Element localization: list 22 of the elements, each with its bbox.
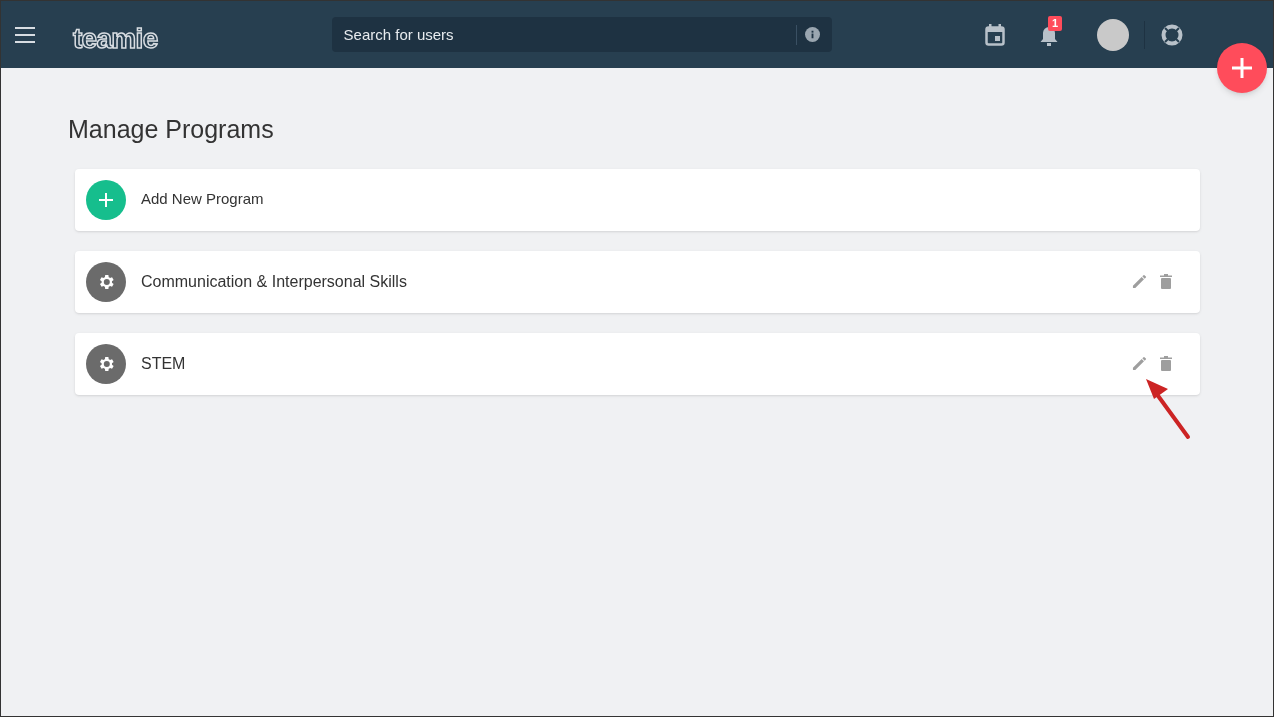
teamie-logo[interactable]: teamie — [73, 24, 158, 53]
info-icon[interactable] — [804, 27, 820, 42]
page-title: Manage Programs — [68, 114, 275, 145]
menu-icon[interactable] — [15, 26, 35, 43]
floating-add-button[interactable] — [1217, 43, 1267, 93]
lifebuoy-icon[interactable] — [1161, 23, 1183, 46]
avatar[interactable] — [1097, 18, 1129, 51]
calendar-icon[interactable] — [985, 23, 1005, 46]
trash-icon[interactable] — [1160, 356, 1172, 371]
pencil-icon[interactable] — [1132, 356, 1147, 371]
annotation-arrow — [1146, 379, 1190, 439]
plus-icon — [1231, 57, 1253, 79]
program-card[interactable]: STEM — [75, 332, 1200, 395]
pencil-icon[interactable] — [1132, 274, 1147, 289]
program-name: Communication & Interpersonal Skills — [141, 271, 407, 292]
trash-icon[interactable] — [1160, 274, 1172, 289]
add-program-label: Add New Program — [141, 189, 264, 210]
program-card[interactable]: Communication & Interpersonal Skills — [75, 250, 1200, 313]
add-program-card[interactable]: Add New Program — [75, 168, 1200, 231]
program-name: STEM — [141, 353, 186, 374]
notification-count: 1 — [1048, 15, 1063, 31]
search-field[interactable]: Search for users — [331, 17, 832, 52]
